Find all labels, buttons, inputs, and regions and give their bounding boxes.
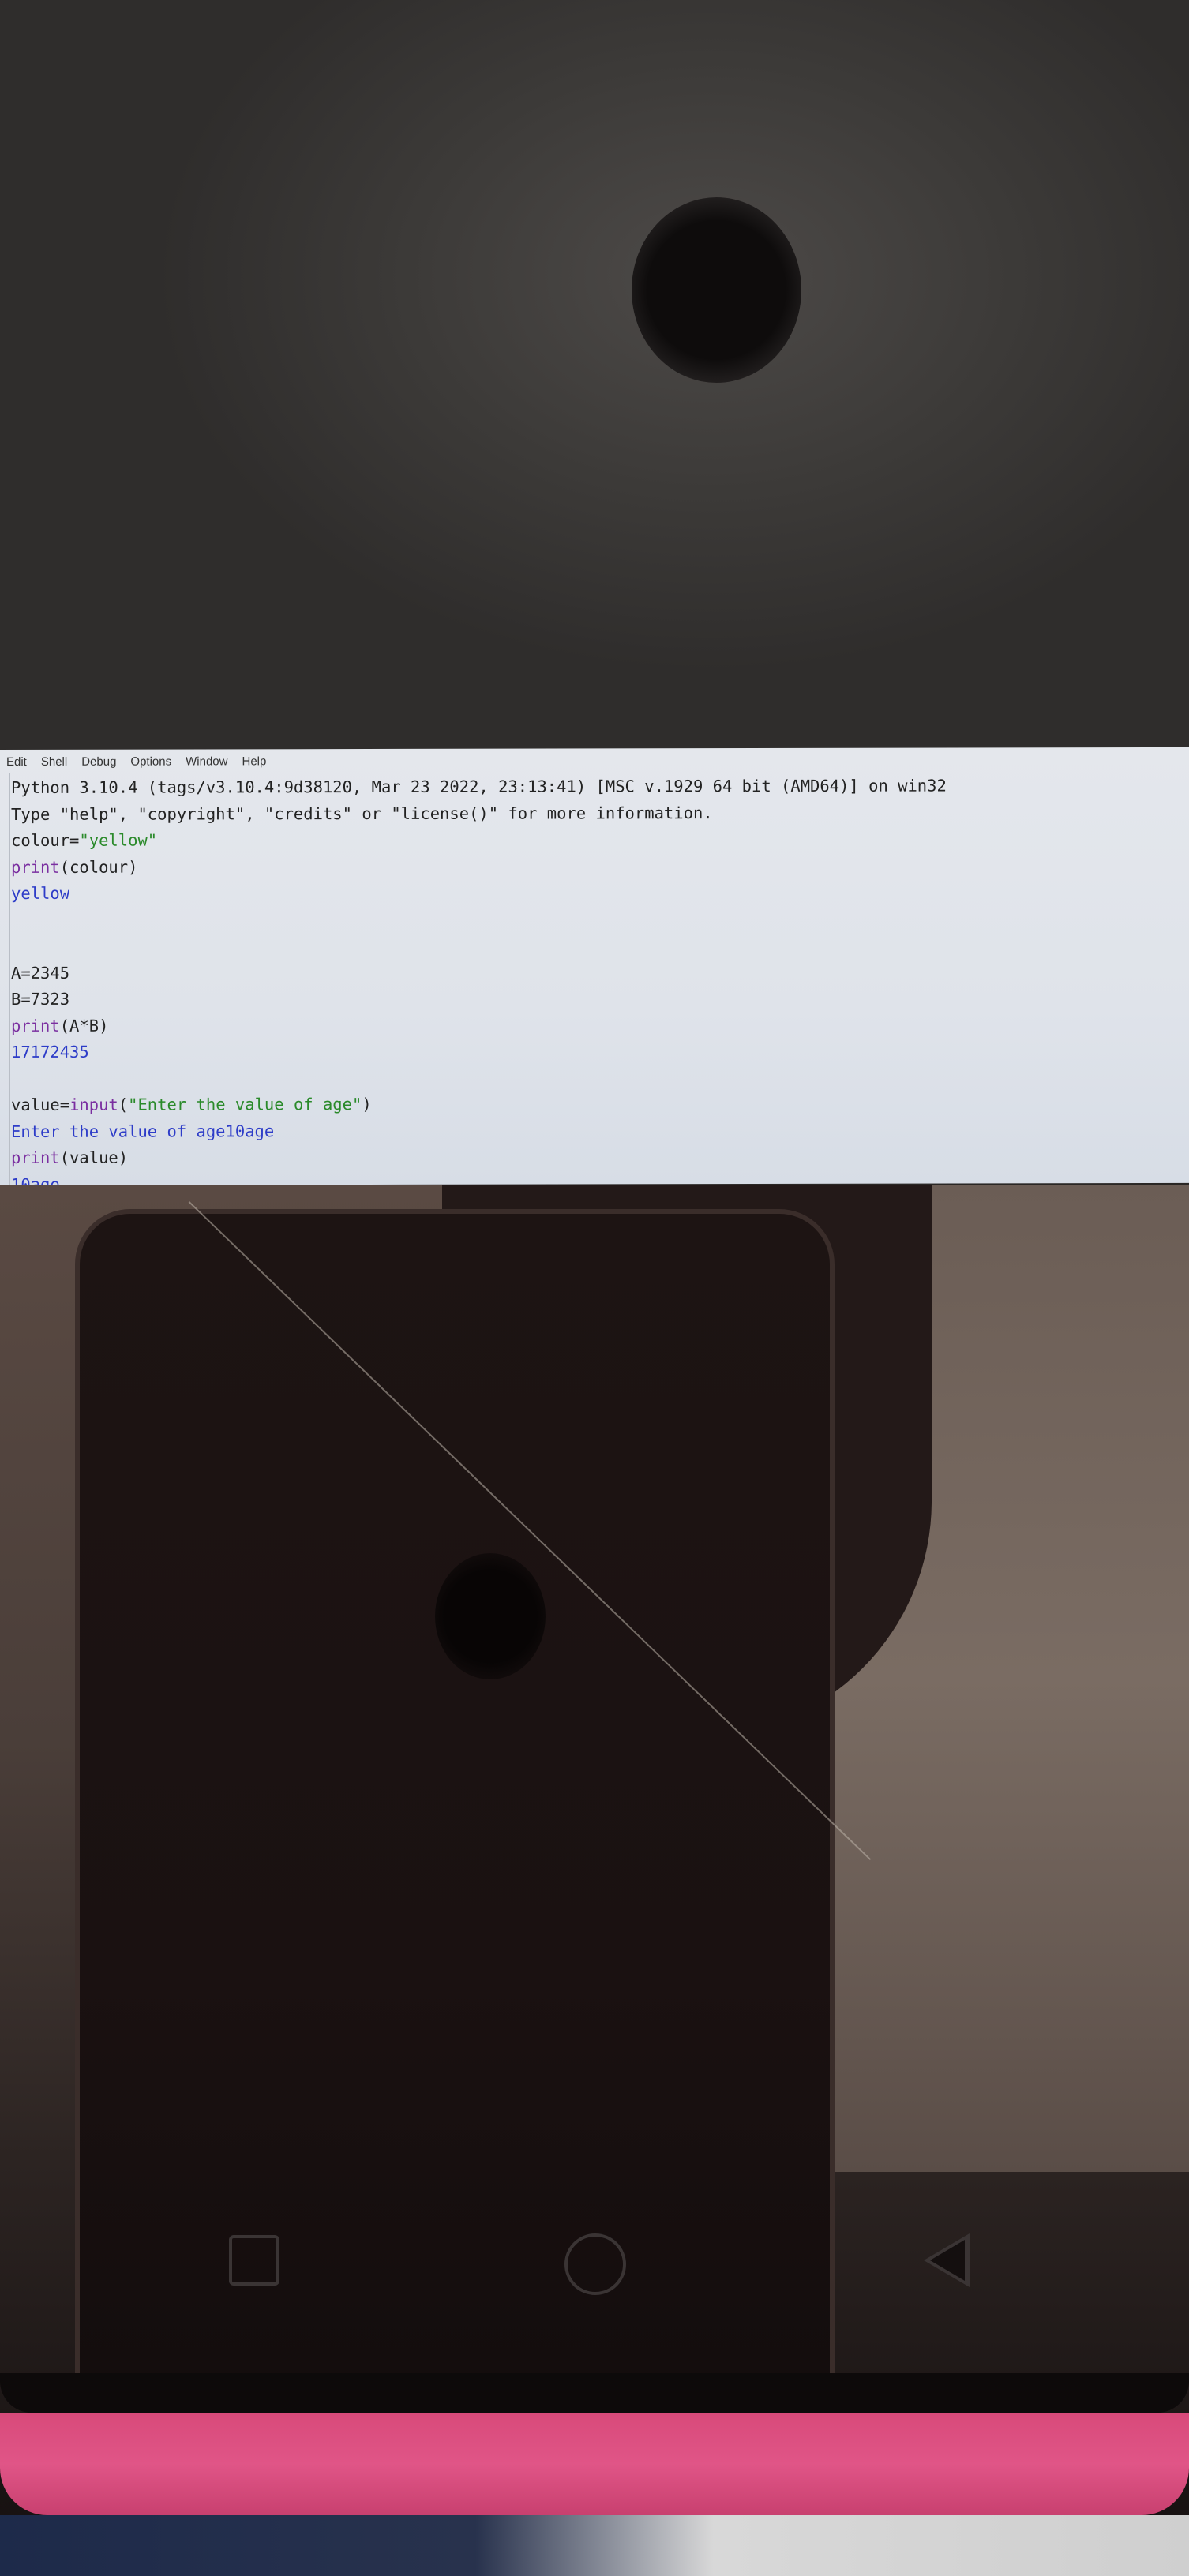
back-icon[interactable] <box>924 2233 970 2287</box>
phone-reflection-area <box>0 1185 1189 2576</box>
background-floor <box>0 2515 1189 2576</box>
shell-line: Python 3.10.4 (tags/v3.10.4:9d38120, Mar… <box>11 776 947 797</box>
shell-output[interactable]: Python 3.10.4 (tags/v3.10.4:9d38120, Mar… <box>11 773 1189 1198</box>
recent-apps-icon[interactable] <box>229 2235 279 2286</box>
shell-gutter <box>0 773 10 1185</box>
pink-phone-case <box>0 2413 1189 2515</box>
android-nav-bar <box>0 2211 1189 2322</box>
shell-blank-line <box>11 1063 1189 1092</box>
home-icon[interactable] <box>564 2233 626 2295</box>
shell-line: print(value) <box>11 1148 129 1167</box>
shell-blank-line <box>11 931 1189 960</box>
shell-blank-line <box>11 904 1189 934</box>
dark-screen-top <box>0 0 1189 750</box>
shell-line: Enter the value of age10age <box>11 1121 275 1141</box>
camera-hole <box>632 197 801 383</box>
phone-bezel <box>0 2373 1189 2413</box>
shell-line: B=7323 <box>11 989 70 1009</box>
menu-options[interactable]: Options <box>130 754 171 768</box>
menu-window[interactable]: Window <box>186 754 227 768</box>
shell-line: print(colour) <box>11 857 138 877</box>
menu-bar: Edit Shell Debug Options Window Help <box>0 747 1189 773</box>
idle-shell-window: Edit Shell Debug Options Window Help Pyt… <box>0 747 1189 1193</box>
menu-help[interactable]: Help <box>242 754 266 768</box>
shell-line: print(A*B) <box>11 1016 109 1035</box>
shell-line: colour="yellow" <box>11 830 158 850</box>
menu-shell[interactable]: Shell <box>41 754 67 768</box>
reflected-camera <box>435 1553 546 1679</box>
shell-line: Type "help", "copyright", "credits" or "… <box>11 803 713 824</box>
shell-line: A=2345 <box>11 963 70 983</box>
menu-debug[interactable]: Debug <box>81 754 116 768</box>
shell-line: value=input("Enter the value of age") <box>11 1095 372 1114</box>
menu-edit[interactable]: Edit <box>6 754 27 768</box>
shell-line: 17172435 <box>11 1042 89 1061</box>
shell-line: yellow <box>11 883 70 903</box>
